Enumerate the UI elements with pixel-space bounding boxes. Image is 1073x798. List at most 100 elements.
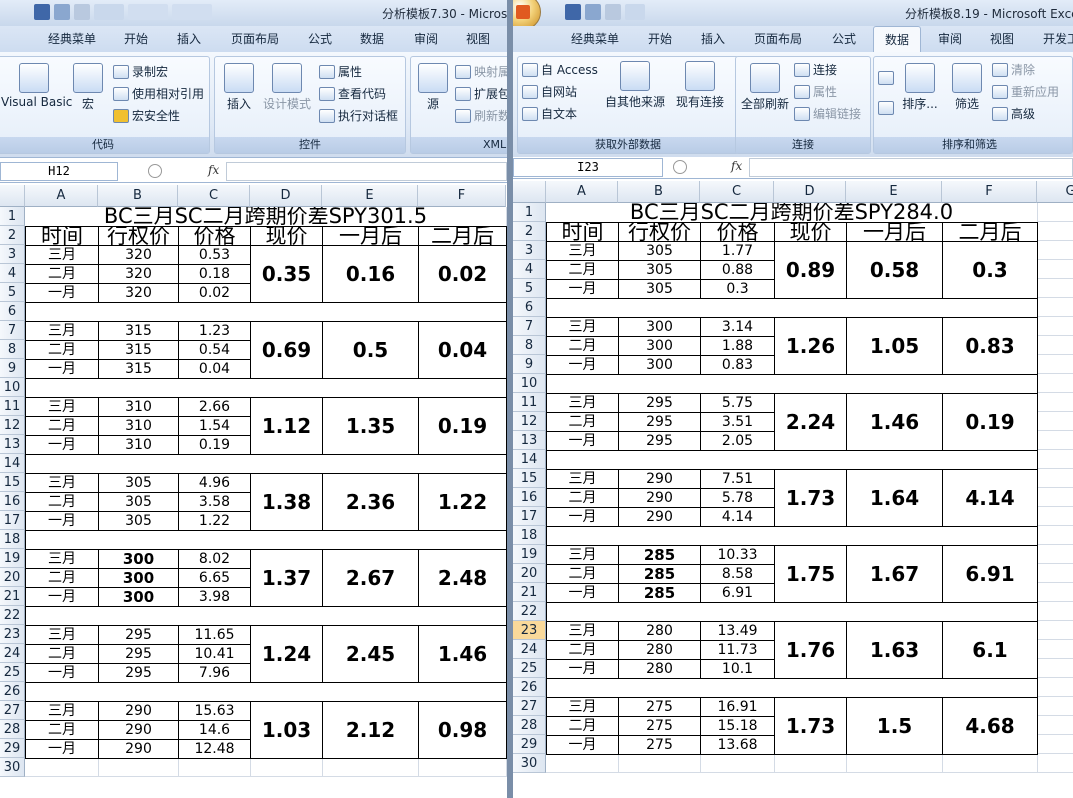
tab-data[interactable]: 数据 <box>360 26 384 52</box>
tab-insert[interactable]: 插入 <box>701 26 725 52</box>
row-header[interactable]: 6 <box>513 298 546 317</box>
tab-classic-menu[interactable]: 经典菜单 <box>571 26 619 52</box>
row-header[interactable]: 13 <box>513 431 546 450</box>
qat-more-icon[interactable] <box>625 4 645 20</box>
row-header[interactable]: 18 <box>0 530 25 549</box>
row-header[interactable]: 3 <box>513 241 546 260</box>
source-button[interactable]: 源 <box>415 63 451 112</box>
column-header-e[interactable]: E <box>322 185 418 207</box>
tab-review[interactable]: 审阅 <box>938 26 962 52</box>
row-header[interactable]: 2 <box>513 222 546 241</box>
properties-button[interactable]: 属性 <box>319 63 362 80</box>
column-header-c[interactable]: C <box>700 181 774 203</box>
worksheet-grid[interactable]: A B C D E F 1 2 3 4 5 6 7 8 9 10 11 12 13 14 15 16 17 18 19 20 21 2… <box>0 185 507 798</box>
row-header[interactable]: 29 <box>513 735 546 754</box>
worksheet-grid[interactable]: A B C D E F G 1 2 3 4 5 6 7 8 9 10 11 12 13 14 15 16 17 18 19 20 21… <box>513 181 1073 798</box>
visual-basic-button[interactable]: Visual Basic <box>1 63 72 109</box>
filter-button[interactable]: 筛选 <box>950 63 984 112</box>
redo-icon[interactable] <box>605 4 621 20</box>
tab-page-layout[interactable]: 页面布局 <box>231 26 279 52</box>
row-header[interactable]: 21 <box>0 587 25 606</box>
existing-connections-button[interactable]: 现有连接 <box>674 61 726 110</box>
row-header[interactable]: 4 <box>0 264 25 283</box>
expansion-packs-button[interactable]: 扩展包 <box>455 85 507 102</box>
advanced-button[interactable]: 高级 <box>992 105 1035 122</box>
row-header[interactable]: 9 <box>513 355 546 374</box>
row-header[interactable]: 22 <box>513 602 546 621</box>
row-header[interactable]: 15 <box>513 469 546 488</box>
row-header[interactable]: 12 <box>513 412 546 431</box>
edit-links-button[interactable]: 编辑链接 <box>794 105 861 122</box>
tab-developer[interactable]: 开发工 <box>1043 26 1073 52</box>
row-header[interactable]: 7 <box>513 317 546 336</box>
sort-descending-button[interactable] <box>878 101 894 115</box>
select-all-corner[interactable] <box>513 181 546 203</box>
insert-function-icon[interactable]: fx <box>731 159 742 173</box>
row-header[interactable]: 24 <box>513 640 546 659</box>
column-header-d[interactable]: D <box>250 185 322 207</box>
row-header[interactable]: 11 <box>513 393 546 412</box>
row-header[interactable]: 12 <box>0 416 25 435</box>
from-text-button[interactable]: 自文本 <box>522 105 577 122</box>
column-header-f[interactable]: F <box>942 181 1037 203</box>
row-header[interactable]: 20 <box>0 568 25 587</box>
row-header[interactable]: 3 <box>0 245 25 264</box>
row-header[interactable]: 1 <box>0 207 25 226</box>
row-header[interactable]: 10 <box>513 374 546 393</box>
row-header[interactable]: 1 <box>513 203 546 222</box>
sort-button[interactable]: 排序... <box>900 63 940 112</box>
cancel-icon[interactable] <box>673 160 687 174</box>
column-header-e[interactable]: E <box>846 181 942 203</box>
connections-button[interactable]: 连接 <box>794 61 837 78</box>
tab-formulas[interactable]: 公式 <box>308 26 332 52</box>
row-header[interactable]: 5 <box>0 283 25 302</box>
row-header[interactable]: 17 <box>0 511 25 530</box>
macro-security-button[interactable]: 宏安全性 <box>113 107 180 124</box>
name-box[interactable]: I23 <box>513 158 663 177</box>
column-header-c[interactable]: C <box>178 185 250 207</box>
save-icon[interactable] <box>565 4 581 20</box>
sort-ascending-button[interactable] <box>878 71 894 85</box>
clear-button[interactable]: 清除 <box>992 61 1035 78</box>
from-web-button[interactable]: 自网站 <box>522 83 577 100</box>
row-header[interactable]: 14 <box>513 450 546 469</box>
qat-item-icon[interactable] <box>172 4 212 20</box>
column-header-d[interactable]: D <box>774 181 846 203</box>
tab-page-layout[interactable]: 页面布局 <box>754 26 802 52</box>
properties-button[interactable]: 属性 <box>794 83 837 100</box>
row-header[interactable]: 30 <box>513 754 546 773</box>
row-header[interactable]: 25 <box>0 663 25 682</box>
reapply-button[interactable]: 重新应用 <box>992 83 1059 100</box>
column-header-a[interactable]: A <box>25 185 98 207</box>
row-header[interactable]: 20 <box>513 564 546 583</box>
column-header-b[interactable]: B <box>618 181 700 203</box>
from-access-button[interactable]: 自 Access <box>522 61 598 78</box>
undo-icon[interactable] <box>585 4 601 20</box>
row-header[interactable]: 23 <box>0 625 25 644</box>
row-header[interactable]: 26 <box>0 682 25 701</box>
cancel-icon[interactable] <box>148 164 162 178</box>
insert-control-button[interactable]: 插入 <box>221 63 257 112</box>
office-button[interactable] <box>513 0 541 26</box>
row-header[interactable]: 16 <box>513 488 546 507</box>
row-header[interactable]: 11 <box>0 397 25 416</box>
row-header[interactable]: 15 <box>0 473 25 492</box>
row-header[interactable]: 23 <box>513 621 546 640</box>
refresh-all-button[interactable]: 全部刷新 <box>740 63 790 112</box>
tab-data[interactable]: 数据 <box>873 26 922 52</box>
column-header-g[interactable]: G <box>1037 181 1073 203</box>
design-mode-button[interactable]: 设计模式 <box>261 63 313 112</box>
tab-formulas[interactable]: 公式 <box>832 26 856 52</box>
row-header[interactable]: 2 <box>0 226 25 245</box>
redo-icon[interactable] <box>74 4 90 20</box>
macros-button[interactable]: 宏 <box>73 63 103 112</box>
row-header[interactable]: 28 <box>513 716 546 735</box>
formula-input[interactable] <box>226 162 507 181</box>
row-header[interactable]: 28 <box>0 720 25 739</box>
row-header[interactable]: 8 <box>0 340 25 359</box>
formula-input[interactable] <box>749 158 1073 177</box>
from-other-sources-button[interactable]: 自其他来源 <box>604 61 666 110</box>
tab-home[interactable]: 开始 <box>648 26 672 52</box>
relative-reference-button[interactable]: 使用相对引用 <box>113 85 204 102</box>
insert-function-icon[interactable]: fx <box>208 163 219 177</box>
